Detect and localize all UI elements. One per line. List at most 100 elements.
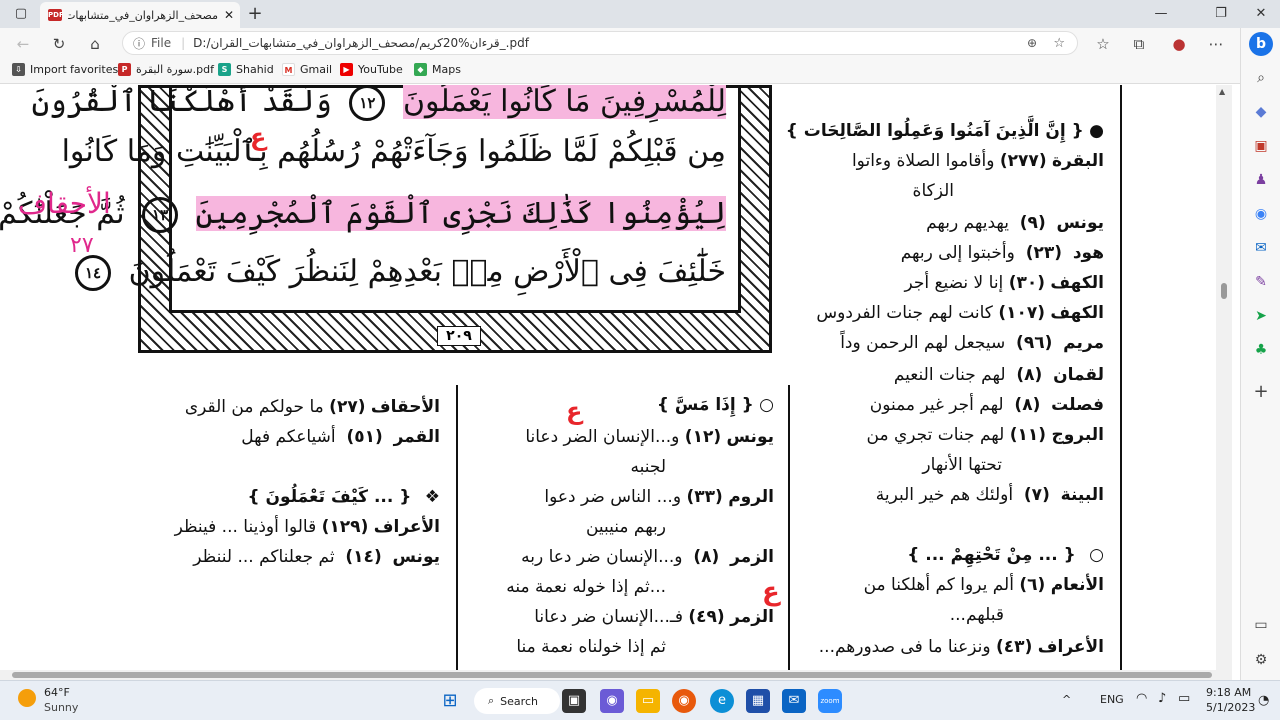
tab-title: مصحف_الزهراوان_في_متشابهات_ا... <box>68 8 218 22</box>
bullet-icon: ● <box>1083 121 1104 141</box>
verse-number: (٢٧٧) <box>999 151 1047 171</box>
verse-number: (١٤) <box>345 547 382 567</box>
zoom-app-icon[interactable]: zoom <box>818 689 842 713</box>
profile-avatar-icon[interactable]: ● <box>1168 33 1190 55</box>
scroll-thumb[interactable] <box>1221 283 1227 299</box>
tray-chevron-icon[interactable]: ^ <box>1062 693 1071 706</box>
sura-name: الزمر <box>730 607 774 627</box>
sura-name: الزمر <box>730 547 774 567</box>
verse-number: (٦) <box>1019 575 1046 595</box>
edge-icon[interactable]: e <box>710 689 734 713</box>
quran-text: خَلَٰٓئِفَ فِى ٱلْأَرْضِ مِنۢ بَعْدِهِمْ… <box>128 254 726 289</box>
battery-icon[interactable]: ▭ <box>1178 691 1190 706</box>
language-indicator[interactable]: ENG <box>1100 693 1124 706</box>
wifi-icon[interactable]: ◠ <box>1136 691 1147 706</box>
favorites-icon[interactable]: ☆ <box>1092 33 1114 55</box>
verse-number: (٣٠) <box>1008 273 1046 293</box>
weather-temp[interactable]: 64°F <box>44 686 70 699</box>
file-explorer-icon[interactable]: ▭ <box>636 689 660 713</box>
clock-date[interactable]: 5/1/2023 <box>1206 701 1255 714</box>
verse-text: لجنبه <box>630 457 666 477</box>
favorite-pdf[interactable]: P سورة البقرة.pdf <box>118 63 214 76</box>
office-icon[interactable]: ◉ <box>1249 202 1273 226</box>
firefox-icon[interactable]: ◉ <box>672 689 696 713</box>
home-icon[interactable]: ⌂ <box>84 33 106 55</box>
index-row: مريم (٩٦) سيجعل لهم الرحمن وداً <box>784 333 1104 353</box>
active-tab[interactable]: PDF مصحف_الزهراوان_في_متشابهات_ا... ✕ <box>40 2 240 28</box>
index-row: يونس (٩) يهديهم ربهم <box>784 213 1104 233</box>
taskbar-search[interactable]: ⌕ Search <box>474 688 560 714</box>
windows-start-icon[interactable]: ⊞ <box>438 689 462 713</box>
index-row: البقرة (٢٧٧) وأقاموا الصلاة وءاتوا <box>784 151 1104 171</box>
sura-name: هود <box>1072 243 1104 263</box>
tab-actions-icon[interactable]: ▢ <box>6 4 36 24</box>
verse-number: (٤٩) <box>688 607 725 627</box>
refresh-icon[interactable]: ↻ <box>48 33 70 55</box>
favorite-gmail[interactable]: M Gmail <box>282 63 332 76</box>
bing-icon[interactable]: b <box>1249 32 1273 56</box>
volume-icon[interactable]: ♪ <box>1158 691 1166 706</box>
new-tab-icon[interactable]: + <box>240 4 270 24</box>
pdf-viewport[interactable]: لِلْمُسْرِفِينَ مَا كَانُوا يَعْمَلُونَ … <box>0 85 1232 670</box>
quran-text: وَلَقَدْ أَهْلَكْنَا ٱلْقُرُونَ <box>31 85 332 119</box>
close-icon[interactable]: ✕ <box>224 8 234 22</box>
games-icon[interactable]: ♟ <box>1249 168 1273 192</box>
index-row: البروج (١١) لهم جنات تجري من <box>784 425 1105 445</box>
outlook-icon[interactable]: ✉ <box>1249 236 1273 260</box>
sidebar-toggle-icon[interactable]: ▭ <box>1249 613 1273 637</box>
favorite-import[interactable]: ⇩ Import favorites <box>12 63 118 76</box>
clock-time[interactable]: 9:18 AM <box>1206 686 1251 699</box>
favorite-youtube[interactable]: ▶ YouTube <box>340 63 403 76</box>
index-row: تحتها الأنهار <box>784 455 1104 475</box>
more-icon[interactable]: ⋯ <box>1205 33 1227 55</box>
heading-text: { ... مِنْ تَحْتِهِمْ ... } <box>907 545 1076 565</box>
index-row: يونس (١٢) و...الإنسان الضر دعانا <box>470 427 774 447</box>
verse-number: (٨) <box>693 547 720 567</box>
notification-icon[interactable]: ◔ <box>1258 693 1269 708</box>
column-rule <box>788 385 790 670</box>
designer-icon[interactable]: ✎ <box>1249 270 1273 294</box>
column-rule <box>1120 85 1122 670</box>
circle-bullet-icon: ○ <box>1083 545 1104 565</box>
index-row: الأعراف (٤٣) ونزعنا ما فى صدورهم... <box>784 637 1104 657</box>
youtube-icon: ▶ <box>340 63 353 76</box>
index-row: البينة (٧) أولئك هم خير البرية <box>784 485 1104 505</box>
zoom-icon[interactable]: ⊕ <box>1027 36 1037 50</box>
mail-icon[interactable]: ✉ <box>782 689 806 713</box>
minimize-icon[interactable]: — <box>1146 4 1176 24</box>
column-rule <box>456 385 458 670</box>
window-close-icon[interactable]: ✕ <box>1246 4 1276 24</box>
add-icon[interactable]: + <box>1249 380 1273 404</box>
verse-text: قالوا أوذينا ... فينظر <box>174 517 317 537</box>
task-view-icon[interactable]: ▣ <box>562 689 586 713</box>
index-row: الزمر (٤٩) فـ...الإنسان ضر دعانا <box>470 607 774 627</box>
index-row: لقمان (٨) لهم جنات النعيم <box>784 365 1104 385</box>
maximize-icon[interactable]: ❐ <box>1206 4 1236 24</box>
search-icon[interactable]: ⌕ <box>1249 66 1273 90</box>
tag-icon[interactable]: ◆ <box>1249 100 1273 124</box>
horizontal-scrollbar[interactable] <box>0 670 1232 680</box>
verse-text: لهم أجر غير ممنون <box>869 395 1004 415</box>
vertical-scrollbar[interactable]: ▲ <box>1216 85 1232 670</box>
heading-text: { ... كَيْفَ تَعْمَلُونَ } <box>247 487 412 507</box>
address-bar[interactable]: ⓘ File | D:/قرءان%20كريم/مصحف_الزهراوان_… <box>122 31 1078 55</box>
favorite-shahid[interactable]: S Shahid <box>218 63 274 76</box>
tree-icon[interactable]: ♣ <box>1249 338 1273 362</box>
collections-icon[interactable]: ⧉ <box>1128 33 1150 55</box>
verse-text: ألم يروا كم أهلكنا من <box>863 575 1014 595</box>
favorite-star-icon[interactable]: ☆ <box>1053 36 1065 51</box>
scroll-thumb[interactable] <box>12 672 1212 678</box>
send-icon[interactable]: ➤ <box>1249 304 1273 328</box>
favorite-label: YouTube <box>358 63 403 76</box>
favorite-label: Import favorites <box>30 63 119 76</box>
quran-text: لِلْمُسْرِفِينَ مَا كَانُوا يَعْمَلُونَ <box>402 85 726 119</box>
verse-number: (٢٣) <box>1025 243 1063 263</box>
favorite-maps[interactable]: ◆ Maps <box>414 63 461 76</box>
info-icon[interactable]: ⓘ <box>133 35 145 52</box>
teams-icon[interactable]: ◉ <box>600 689 624 713</box>
back-icon[interactable]: ← <box>12 33 34 55</box>
store-icon[interactable]: ▦ <box>746 689 770 713</box>
scroll-up-icon[interactable]: ▲ <box>1219 87 1225 96</box>
tools-icon[interactable]: ▣ <box>1249 134 1273 158</box>
settings-icon[interactable]: ⚙ <box>1249 648 1273 672</box>
